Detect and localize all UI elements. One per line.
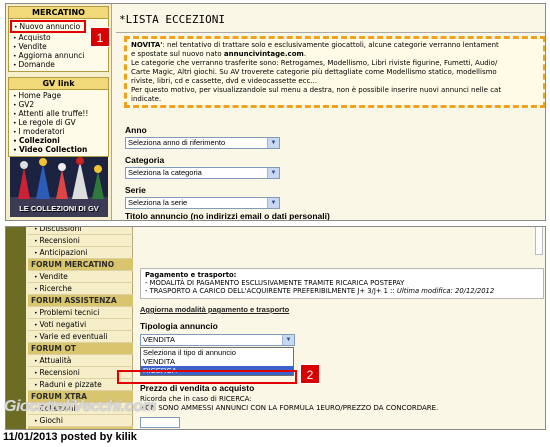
notice-line3: Le categorie che verranno trasferite son…: [131, 59, 498, 67]
serie-label: Serie: [125, 185, 146, 195]
forum-sidebar-item[interactable]: Voti negativi: [28, 319, 133, 331]
main-content-bottom: Pagamento e trasporto: - MODALITÀ DI PAG…: [137, 227, 545, 429]
categoria-select[interactable]: Seleziona la categoria ▼: [125, 167, 280, 179]
serie-select-value: Seleziona la serie: [128, 198, 188, 207]
forum-section-header: INFO: [28, 427, 133, 429]
page-title: *LISTA ECCEZIONI: [119, 13, 225, 26]
tipologia-label: Tipologia annuncio: [140, 321, 218, 331]
forum-sidebar-item[interactable]: Giochi: [28, 415, 133, 427]
aggiorna-pagamento-link[interactable]: Aggiorna modalità pagamento e trasporto: [140, 305, 289, 314]
top-screenshot-panel: MERCATINO Nuovo annuncio Acquisto Vendit…: [5, 3, 546, 221]
ultima-modifica: Ultima modifica: 20/12/2012: [396, 287, 495, 295]
main-content-top: *LISTA ECCEZIONI NOVITA': nel tentativo …: [116, 4, 545, 221]
notice-line4: Carte Magic, Altri giochi. Su AV trovere…: [131, 68, 497, 76]
ricorda-line1: Ricorda che in caso di RICERCA:: [140, 395, 252, 403]
forum-sidebar-item[interactable]: Discussioni: [28, 227, 133, 235]
forum-sidebar-item[interactable]: Vendite: [28, 271, 133, 283]
tipologia-select[interactable]: VENDITA ▼: [140, 334, 295, 346]
option-seleziona[interactable]: Seleziona il tipo di annuncio: [141, 348, 293, 357]
novita-notice-box: NOVITA': nel tentativo di trattare solo …: [124, 36, 545, 108]
gvlink-item[interactable]: Le regole di GV: [13, 118, 108, 127]
forum-sidebar-item[interactable]: Ricerche: [28, 283, 133, 295]
annuncivintage-link[interactable]: annuncivintage.com: [224, 50, 304, 58]
pagamento-box: Pagamento e trasporto: - MODALITÀ DI PAG…: [140, 268, 544, 299]
domande-link[interactable]: Domande: [13, 60, 108, 69]
forum-sidebar-item[interactable]: Recensioni: [28, 235, 133, 247]
gvlink-item[interactable]: I moderatori: [13, 127, 108, 136]
ricorda-note: Ricorda che in caso di RICERCA: NON SONO…: [140, 395, 438, 413]
categoria-select-value: Seleziona la categoria: [128, 168, 202, 177]
notice-line1: : nel tentativo di trattare solo e esclu…: [162, 41, 499, 49]
forum-sidebar-item[interactable]: Anticipazioni: [28, 247, 133, 259]
nuovo-annuncio-link[interactable]: Nuovo annuncio: [10, 20, 86, 33]
forum-section-header: FORUM ASSISTENZA: [28, 295, 133, 307]
gvlink-box: GV link Home PageGV2Attenti alle truffe!…: [8, 77, 109, 157]
gvlink-item[interactable]: Home Page: [13, 91, 108, 100]
forum-sidebar-item[interactable]: Attualità: [28, 355, 133, 367]
tipologia-select-value: VENDITA: [143, 335, 175, 344]
aggiorna-annunci-link[interactable]: Aggiorna annunci: [13, 51, 108, 60]
gvlink-item[interactable]: Collezioni: [13, 136, 108, 145]
forum-sidebar-item[interactable]: Problemi tecnici: [28, 307, 133, 319]
collezioni-banner[interactable]: LE COLLEZIONI DI GV: [10, 157, 108, 217]
prezzo-input[interactable]: [140, 417, 180, 428]
prezzo-label: Prezzo di vendita o acquisto: [140, 383, 255, 393]
titolo-annuncio-label: Titolo annuncio (no indirizzi email o da…: [125, 211, 330, 221]
anno-label: Anno: [125, 125, 147, 135]
option-vendita[interactable]: VENDITA: [141, 357, 293, 366]
ricerca-highlight-frame: [117, 370, 297, 384]
forum-section-header: FORUM OT: [28, 343, 133, 355]
serie-select[interactable]: Seleziona la serie ▼: [125, 197, 280, 209]
footer-caption: 11/01/2013 posted by kilik: [3, 431, 137, 443]
anno-select[interactable]: Seleziona anno di riferimento ▼: [125, 137, 280, 149]
notice-line5: riviste, libri, cd e cassette, dvd e vid…: [131, 77, 318, 85]
textarea-edge[interactable]: [535, 227, 543, 255]
pagamento-title: Pagamento e trasporto:: [145, 271, 237, 279]
title-divider: [116, 32, 545, 33]
chevron-down-icon: ▼: [282, 335, 294, 345]
anno-select-value: Seleziona anno di riferimento: [128, 138, 226, 147]
gvlink-item[interactable]: Video Collection: [13, 145, 108, 154]
chevron-down-icon: ▼: [267, 138, 279, 148]
gvlink-item[interactable]: GV2: [13, 100, 108, 109]
pagamento-line2: - TRASPORTO A CARICO DELL'ACQUIRENTE PRE…: [145, 287, 395, 295]
gvlink-header: GV link: [9, 78, 108, 90]
mercatino-header: MERCATINO: [9, 7, 108, 19]
gvlink-item[interactable]: Attenti alle truffe!!: [13, 109, 108, 118]
notice-line2: e spostate sul nuovo nato: [131, 50, 224, 58]
chevron-down-icon: ▼: [267, 198, 279, 208]
categoria-label: Categoria: [125, 155, 165, 165]
notice-novita-label: NOVITA': [131, 41, 163, 49]
step-badge-1: 1: [90, 27, 110, 47]
banner-caption: LE COLLEZIONI DI GV: [19, 204, 99, 213]
watermark-logo: GiocattoliVecchi.com: [4, 398, 157, 415]
pagamento-line1: - MODALITÀ DI PAGAMENTO ESCLUSIVAMENTE T…: [145, 279, 405, 287]
notice-line7: indicate.: [131, 95, 162, 103]
forum-sidebar-item[interactable]: Varie ed eventuali: [28, 331, 133, 343]
ricorda-line2: NON SONO AMMESSI ANNUNCI CON LA FORMULA …: [140, 404, 439, 412]
forum-section-header: FORUM MERCATINO: [28, 259, 133, 271]
notice-line2-end: .: [303, 50, 307, 58]
notice-line6: Per questo motivo, per visualizzandole s…: [131, 86, 502, 94]
step-badge-2: 2: [300, 364, 320, 384]
chevron-down-icon: ▼: [267, 168, 279, 178]
